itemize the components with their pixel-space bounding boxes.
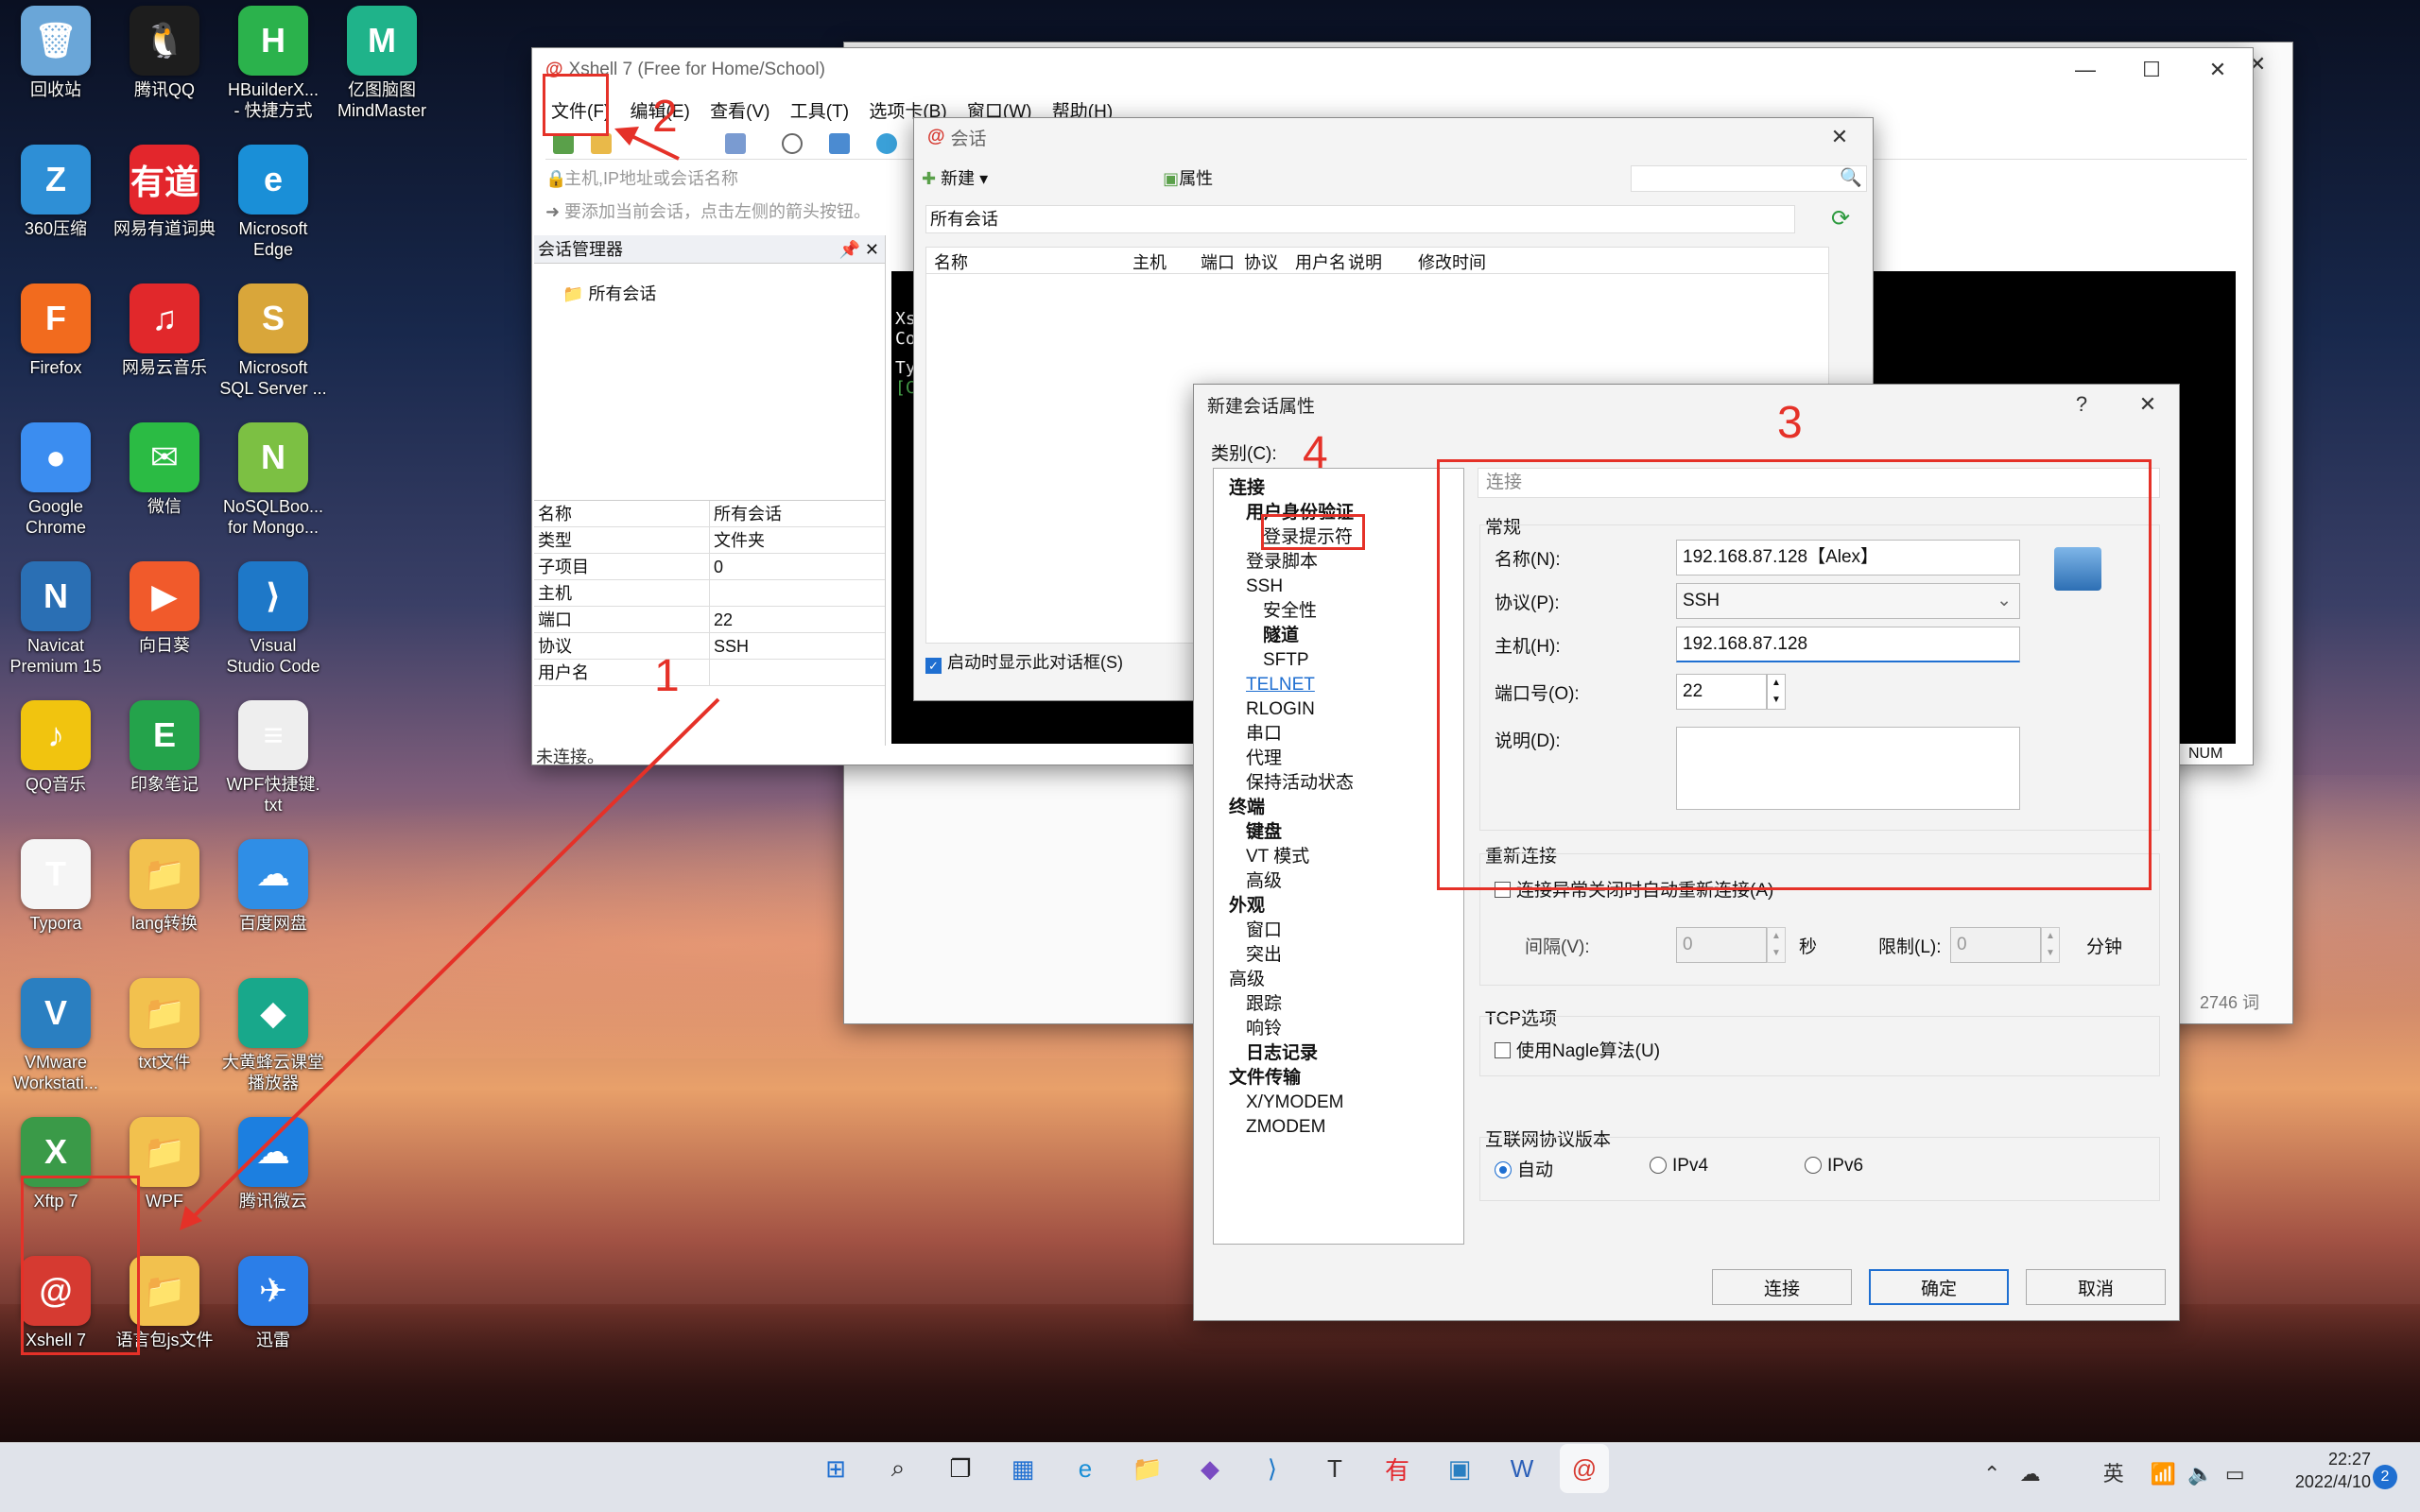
taskbar-edge-icon[interactable]: e: [1061, 1444, 1110, 1493]
taskbar-youdao-icon[interactable]: 有: [1373, 1444, 1422, 1493]
ime-indicator[interactable]: 英: [2103, 1462, 2124, 1486]
taskbar-word-icon[interactable]: W: [1497, 1444, 1547, 1493]
annotation-arrows: [180, 127, 720, 1230]
volume-icon[interactable]: 🔈: [2187, 1462, 2213, 1486]
taskbar-vmware-icon[interactable]: ▣: [1435, 1444, 1484, 1493]
taskbar-visual-studio-icon[interactable]: ◆: [1185, 1444, 1235, 1493]
taskbar-widgets-icon[interactable]: ▦: [998, 1444, 1047, 1493]
taskbar-vscode-icon[interactable]: ⟩: [1248, 1444, 1297, 1493]
chevron-up-icon[interactable]: ⌃: [1983, 1462, 2000, 1486]
taskbar-search-icon[interactable]: ⌕: [873, 1444, 923, 1493]
clock-time: 22:27: [2327, 1450, 2371, 1469]
taskbar-task-view-icon[interactable]: ❐: [936, 1444, 985, 1493]
taskbar-typora-icon[interactable]: T: [1310, 1444, 1359, 1493]
system-tray: ⌃ ☁ 英 📶 🔈 ▭: [1983, 1457, 2245, 1487]
clock[interactable]: 22:27 2022/4/10: [2267, 1448, 2371, 1493]
taskbar-xshell-icon[interactable]: @: [1560, 1444, 1609, 1493]
wifi-icon[interactable]: 📶: [2151, 1462, 2176, 1486]
notification-badge[interactable]: 2: [2373, 1465, 2397, 1489]
battery-icon[interactable]: ▭: [2225, 1462, 2245, 1486]
cloud-icon[interactable]: ☁: [2020, 1462, 2041, 1486]
taskbar-explorer-icon[interactable]: 📁: [1123, 1444, 1172, 1493]
clock-date: 2022/4/10: [2294, 1472, 2371, 1491]
taskbar-windows-start-icon[interactable]: ⊞: [811, 1444, 860, 1493]
